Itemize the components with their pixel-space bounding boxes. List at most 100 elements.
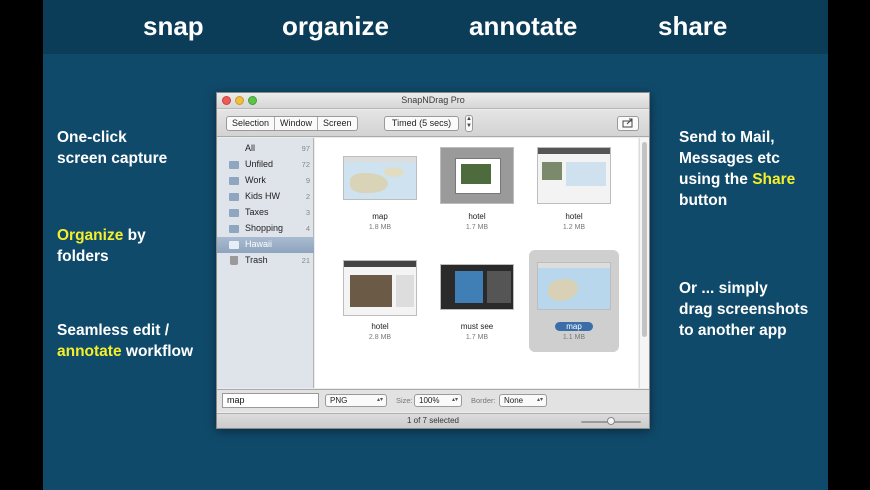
banner-word-share: share — [658, 11, 728, 41]
caption-line: One-click — [57, 129, 127, 146]
chevron-up-down-icon: ▴▾ — [451, 397, 458, 403]
screenshot-item-map-selected[interactable]: map 1.1 MB — [529, 250, 619, 352]
screenshot-thumbnail — [343, 260, 417, 316]
item-size: 1.2 MB — [562, 224, 586, 231]
item-size: 1.7 MB — [465, 334, 489, 341]
item-name: hotel — [468, 212, 486, 221]
format-select[interactable]: PNG ▴▾ — [325, 394, 387, 407]
item-size: 1.8 MB — [368, 224, 392, 231]
sidebar-item-taxes[interactable]: Taxes 3 — [217, 205, 314, 221]
caption-line: button — [679, 192, 728, 209]
screenshot-thumbnail — [440, 147, 514, 204]
scrollbar[interactable] — [639, 138, 649, 388]
sidebar-item-label: All — [245, 143, 256, 153]
sidebar-item-label: Trash — [245, 255, 268, 265]
caption-annotate: Seamless edit / annotate workflow — [57, 320, 193, 362]
screenshot-item-must-see[interactable]: must see 1.7 MB — [432, 254, 522, 352]
sidebar-item-label: Unfiled — [245, 159, 274, 169]
screenshot-thumbnail — [440, 264, 514, 310]
timed-button[interactable]: Timed (5 secs) — [384, 116, 459, 131]
sidebar-item-all[interactable]: All 97 — [217, 141, 314, 157]
sidebar-item-label: Hawaii — [245, 239, 273, 249]
screenshot-item-hotel[interactable]: hotel 1.2 MB — [529, 144, 619, 242]
export-bar: map PNG ▴▾ Size: 100% ▴▾ Border: None ▴▾ — [217, 389, 649, 412]
screenshot-thumbnail — [537, 262, 611, 310]
item-size: 1.1 MB — [562, 334, 586, 341]
screenshot-item-hotel[interactable]: hotel 1.7 MB — [432, 144, 522, 242]
border-label: Border: — [471, 396, 496, 405]
sidebar: All 97 Unfiled 72 Work 9 Kids HW 2 Taxes… — [217, 138, 314, 388]
caption-line: screen capture — [57, 150, 168, 167]
window-button[interactable]: Window — [275, 117, 319, 130]
folder-icon — [229, 225, 239, 233]
caption-organize: Organize by folders — [57, 225, 146, 267]
window-title: SnapNDrag Pro — [401, 95, 465, 105]
screenshot-item-map[interactable]: map 1.8 MB — [335, 144, 425, 242]
app-window: SnapNDrag Pro Selection Window Screen Ti… — [216, 92, 650, 429]
scroll-thumb[interactable] — [642, 142, 647, 337]
size-label: Size: — [396, 396, 413, 405]
caption-line: to another app — [679, 322, 787, 339]
slider-knob[interactable] — [607, 417, 615, 425]
border-value: None — [504, 396, 524, 405]
caption-line: folders — [57, 248, 109, 265]
banner-word-organize: organize — [282, 11, 389, 41]
item-name: hotel — [565, 212, 583, 221]
sidebar-item-count: 4 — [305, 224, 310, 233]
folder-icon — [229, 193, 239, 201]
border-select[interactable]: None ▴▾ — [499, 394, 547, 407]
caption-highlight: Share — [752, 171, 796, 188]
caption-text: using the — [679, 171, 753, 188]
sidebar-item-label: Shopping — [245, 223, 284, 233]
sidebar-item-kids-hw[interactable]: Kids HW 2 — [217, 189, 314, 205]
folder-icon — [229, 209, 239, 217]
caption-line: Messages etc — [679, 150, 780, 167]
caption-highlight: annotate — [57, 343, 122, 360]
caption-highlight: Organize — [57, 227, 124, 244]
chevron-up-down-icon: ▴▾ — [376, 397, 383, 403]
format-value: PNG — [330, 396, 348, 405]
screen-button[interactable]: Screen — [318, 117, 357, 130]
status-bar: 1 of 7 selected — [217, 413, 649, 428]
trash-icon — [230, 256, 238, 265]
share-icon[interactable] — [617, 116, 639, 131]
size-value: 100% — [419, 396, 440, 405]
folder-icon — [229, 161, 239, 169]
size-select[interactable]: 100% ▴▾ — [414, 394, 462, 407]
sidebar-item-work[interactable]: Work 9 — [217, 173, 314, 189]
up-down-stepper-icon[interactable]: ▲ ▼ — [465, 115, 473, 132]
title-bar[interactable]: SnapNDrag Pro — [217, 93, 649, 109]
chevron-up-down-icon: ▴▾ — [536, 397, 543, 403]
sidebar-item-count: 9 — [305, 176, 310, 185]
banner-word-snap: snap — [143, 11, 204, 41]
sidebar-item-count: 72 — [301, 160, 310, 169]
folder-icon — [229, 241, 239, 249]
caption-line: drag screenshots — [679, 301, 809, 318]
folder-icon — [229, 177, 239, 185]
caption-text: by — [123, 227, 146, 244]
sidebar-item-count: 97 — [301, 144, 310, 153]
sidebar-item-count: 3 — [305, 208, 310, 217]
screenshot-item-hotel[interactable]: hotel 2.8 MB — [335, 254, 425, 352]
sidebar-item-trash[interactable]: Trash 21 — [217, 253, 314, 269]
screenshot-thumbnail — [537, 147, 611, 204]
caption-text: workflow — [121, 343, 194, 360]
filename-field[interactable]: map — [222, 393, 319, 408]
caption-drag: Or ... simply drag screenshots to anothe… — [679, 278, 808, 341]
capture-mode-control: Selection Window Screen — [226, 116, 358, 131]
banner-word-annotate: annotate — [469, 11, 578, 41]
caption-line: Or ... simply — [679, 280, 768, 297]
sidebar-item-label: Kids HW — [245, 191, 281, 201]
item-name: hotel — [371, 322, 389, 331]
screenshot-thumbnail — [343, 156, 417, 200]
caption-share: Send to Mail, Messages etc using the Sha… — [679, 127, 795, 211]
sidebar-item-unfiled[interactable]: Unfiled 72 — [217, 157, 314, 173]
sidebar-item-hawaii[interactable]: Hawaii — [217, 237, 314, 253]
sidebar-item-shopping[interactable]: Shopping 4 — [217, 221, 314, 237]
item-size: 1.7 MB — [465, 224, 489, 231]
caption-line: Seamless edit / — [57, 322, 170, 339]
sidebar-item-label: Taxes — [245, 207, 269, 217]
sidebar-item-label: Work — [245, 175, 266, 185]
item-name: must see — [460, 322, 494, 331]
selection-button[interactable]: Selection — [227, 117, 276, 130]
